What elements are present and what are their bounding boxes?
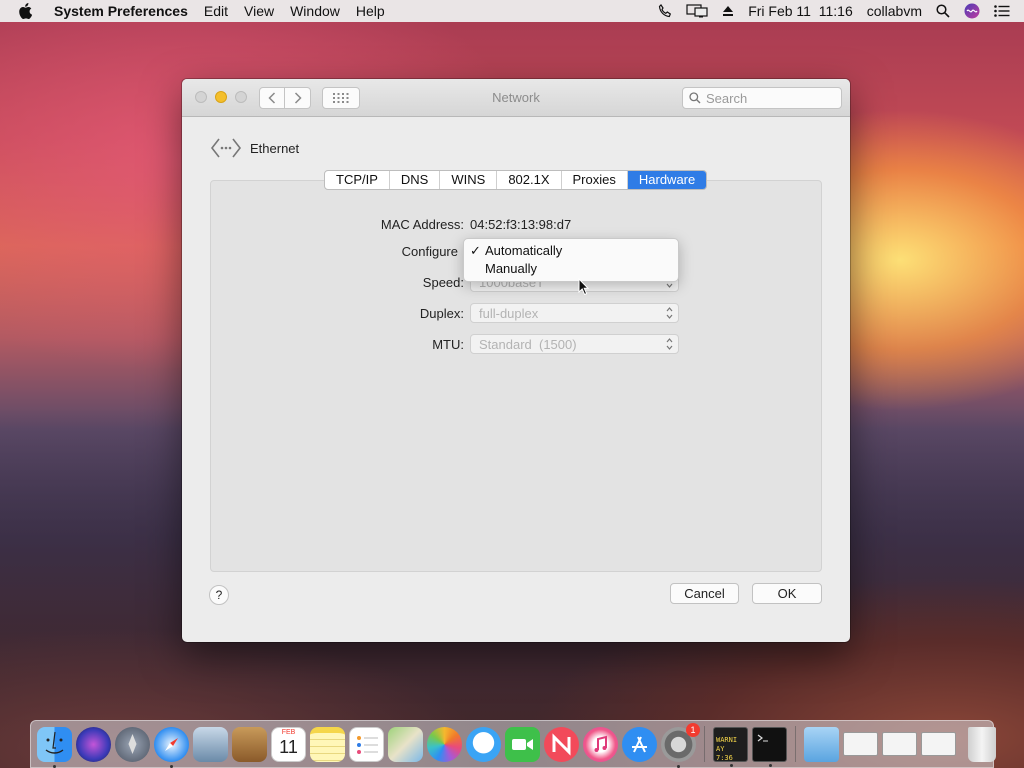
minimized-window-icon[interactable] [843,732,878,756]
menu-help[interactable]: Help [348,3,393,19]
app-store-icon[interactable] [622,726,657,762]
system-preferences-icon[interactable]: 1 [661,722,700,768]
menu-option-manually[interactable]: Manually [464,260,678,278]
minimized-window-icon[interactable] [882,732,917,756]
facetime-icon[interactable] [505,726,540,762]
interface-name: Ethernet [250,140,300,156]
eject-icon[interactable] [722,5,734,17]
mouse-cursor-icon [578,278,590,296]
help-button[interactable]: ? [209,585,229,605]
interface-header: Ethernet [210,137,299,159]
spotlight-icon[interactable] [936,4,950,18]
duplex-popup[interactable]: full-duplex [470,303,679,323]
network-window: Network Search Ethernet TCP/IP DNS WINS … [182,79,850,642]
notification-badge: 1 [686,722,700,737]
mac-address-label: MAC Address: [380,217,464,232]
menu-app-name[interactable]: System Preferences [54,3,196,19]
minimized-window-icon[interactable] [921,732,956,756]
cancel-button[interactable]: Cancel [670,583,739,604]
siri-app-icon[interactable] [76,726,111,762]
finder-icon[interactable] [37,726,72,768]
mac-address-row: MAC Address: 04:52:f3:13:98:d7 [300,217,571,232]
calendar-day: 11 [279,736,298,757]
configure-menu: ✓ Automatically Manually [463,238,679,282]
search-field[interactable]: Search [682,87,842,109]
clock-text[interactable]: Fri Feb 11 11:16 [748,3,853,19]
maps-icon[interactable] [388,726,423,762]
dock-separator [704,726,705,762]
mtu-row: MTU: Standard (1500) [300,334,679,354]
popup-arrows-icon [666,306,673,323]
duplex-label: Duplex: [419,305,464,321]
ethernet-icon [210,138,242,158]
tab-8021x[interactable]: 802.1X [497,171,562,189]
speed-label: Speed: [422,274,464,290]
menu-view[interactable]: View [236,3,282,19]
menu-option-automatically[interactable]: ✓ Automatically [464,242,678,260]
duplex-value: full-duplex [479,305,539,321]
calendar-month: FEB [281,728,296,736]
phone-icon[interactable] [658,4,672,18]
console-text: WARNI AY 7:36 [716,735,738,762]
calendar-icon[interactable]: FEB 11 [271,726,306,762]
safari-icon[interactable] [154,726,189,768]
news-icon[interactable] [544,726,579,762]
launchpad-icon[interactable] [115,726,150,762]
ok-button[interactable]: OK [752,583,822,604]
siri-icon[interactable] [964,3,980,19]
console-icon[interactable]: WARNI AY 7:36 [713,726,748,767]
contacts-icon[interactable] [232,726,267,762]
mtu-value: Standard (1500) [479,336,577,352]
title-bar[interactable]: Network Search [182,79,850,117]
mail-preview-icon[interactable] [193,726,228,762]
menu-window[interactable]: Window [282,3,348,19]
mtu-label: MTU: [432,336,464,352]
apple-icon[interactable] [18,3,40,19]
search-icon [689,92,701,104]
tab-bar: TCP/IP DNS WINS 802.1X Proxies Hardware [324,170,708,190]
tab-wins[interactable]: WINS [440,171,498,189]
tab-proxies[interactable]: Proxies [562,171,628,189]
trash-icon[interactable] [968,726,996,762]
option-label: Manually [485,261,538,276]
downloads-stack-icon[interactable] [804,726,839,762]
search-placeholder: Search [706,90,748,106]
dock: FEB 11 1 WARNI AY 7:36 [30,720,996,768]
duplex-row: Duplex: full-duplex [300,303,679,323]
tab-hardware[interactable]: Hardware [627,171,707,189]
popup-arrows-icon [666,337,673,354]
terminal-icon[interactable] [752,726,787,767]
menu-bar: System Preferences Edit View Window Help… [0,0,1024,22]
reminders-icon[interactable] [349,726,384,762]
display-icon[interactable] [686,4,708,18]
tab-dns[interactable]: DNS [390,171,441,189]
user-name[interactable]: collabvm [867,3,922,19]
configure-label: Configure [401,243,458,259]
mtu-popup[interactable]: Standard (1500) [470,334,679,354]
notes-icon[interactable] [310,726,345,762]
photos-icon[interactable] [427,726,462,762]
itunes-icon[interactable] [583,726,618,762]
mac-address-value: 04:52:f3:13:98:d7 [470,217,572,232]
checkmark-icon: ✓ [470,243,481,258]
notification-center-icon[interactable] [994,5,1010,17]
sheet-content: Ethernet TCP/IP DNS WINS 802.1X Proxies … [190,117,842,623]
option-label: Automatically [485,243,563,258]
dock-separator [795,726,796,762]
tab-tcpip[interactable]: TCP/IP [325,171,390,189]
messages-icon[interactable] [466,726,501,762]
menu-edit[interactable]: Edit [196,3,236,19]
